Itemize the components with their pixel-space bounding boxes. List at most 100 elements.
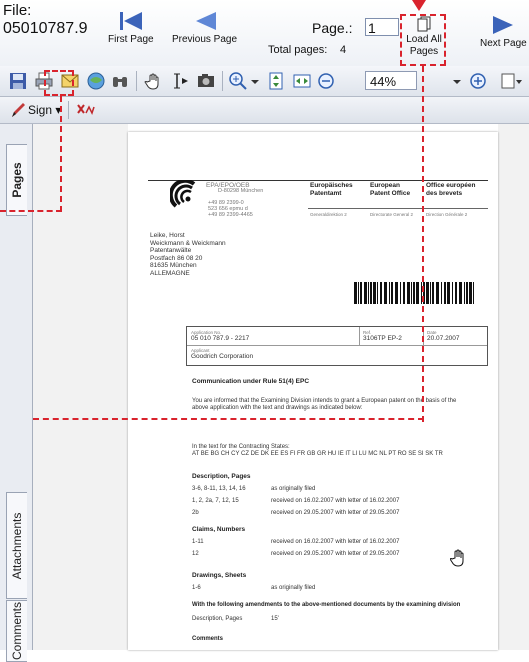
text-select-icon[interactable] <box>170 71 190 91</box>
chevron-down-icon[interactable] <box>452 71 462 91</box>
callout-line-print <box>0 96 62 212</box>
drawings-title: Drawings, Sheets <box>192 572 247 579</box>
desc-row-pages: 3-6, 8-11, 13, 14, 16 <box>192 486 246 492</box>
zoom-in-icon[interactable] <box>228 71 248 91</box>
amend-row-value: 15' <box>271 616 279 622</box>
drawings-row-source: as originally filed <box>271 585 316 591</box>
office-rule <box>308 208 488 209</box>
barcode-bar <box>360 282 362 304</box>
claims-row-numbers: 12 <box>192 551 199 557</box>
barcode-bar <box>441 282 442 304</box>
callout-print <box>44 70 74 96</box>
page-number-input[interactable]: 1 <box>365 18 399 36</box>
barcode-bar <box>447 282 450 304</box>
barcode-bar <box>469 282 472 304</box>
page-layout-icon[interactable] <box>500 71 526 91</box>
office-name-de: Europäisches Patentamt <box>310 182 353 197</box>
toolbar-divider <box>68 101 69 119</box>
date-value: 20.07.2007 <box>427 335 460 342</box>
barcode-bar <box>407 282 410 304</box>
hand-cursor-icon <box>450 549 464 567</box>
amendments-title: With the following amendments to the abo… <box>192 602 461 608</box>
barcode-bar <box>413 282 415 304</box>
desc-row-source: as originally filed <box>271 486 316 492</box>
application-info-box: Application No. 05 010 787.9 - 2217 Appl… <box>186 326 488 366</box>
barcode-bar <box>354 282 357 304</box>
office-sub: Direction Générale 2 <box>426 212 468 217</box>
amend-row-label: Description, Pages <box>192 616 243 622</box>
barcode-bar <box>370 282 372 304</box>
chevron-down-icon[interactable] <box>250 71 260 91</box>
barcode-bar <box>430 282 431 304</box>
communication-title: Communication under Rule 51(4) EPC <box>192 378 310 385</box>
previous-page-label: Previous Page <box>172 34 238 45</box>
comments-title: Comments <box>192 636 224 642</box>
barcode-bar <box>373 282 376 304</box>
barcode-bar <box>436 282 439 304</box>
first-page-icon <box>119 12 142 30</box>
applicant-value: Goodrich Corporation <box>191 353 254 360</box>
app-no-value: 05 010 787.9 - 2217 <box>191 335 250 342</box>
document-page: EPA/EPO/OEB D-80298 München +49 89 2399-… <box>128 132 498 650</box>
previous-page-button[interactable]: Previous Page <box>172 10 237 45</box>
tab-attachments-label: Attachments <box>10 512 24 579</box>
fit-height-icon[interactable] <box>266 71 286 91</box>
callout-arrow-icon <box>412 0 426 11</box>
fit-width-icon[interactable] <box>292 71 312 91</box>
barcode-bar <box>466 282 468 304</box>
hand-tool-icon[interactable] <box>144 71 164 91</box>
office-sub: Directorate General 2 <box>370 212 414 217</box>
barcode-bar <box>459 282 462 304</box>
claims-row-source: received on 29.05.2007 with letter of 29… <box>271 551 400 557</box>
tab-attachments[interactable]: Attachments <box>6 492 27 599</box>
page-label: Page.: <box>312 20 353 36</box>
save-icon[interactable] <box>8 71 28 91</box>
barcode-bar <box>473 282 474 304</box>
header-city: D-80298 München <box>218 188 264 194</box>
file-number: 05010787.9 <box>3 20 88 37</box>
barcode-bar <box>364 282 367 304</box>
address-block: Leike, Horst Weickmann & Weickmann Paten… <box>150 232 226 277</box>
tab-comments-label: Comments <box>10 601 24 661</box>
office-name-en: European Patent Office <box>370 182 411 197</box>
remove-signature-icon[interactable] <box>76 101 96 119</box>
office-sub: Generaldirektion 2 <box>310 212 347 217</box>
barcode-bar <box>389 282 390 304</box>
desc-row-source: received on 16.02.2007 with letter of 16… <box>271 498 400 504</box>
barcode-bar <box>464 282 465 304</box>
callout-line-vertical <box>420 66 424 422</box>
first-page-button[interactable]: First Page <box>108 10 154 45</box>
total-pages-label: Total pages: <box>268 44 328 56</box>
sign-toolbar: Sign ▾ <box>0 97 529 124</box>
barcode-bar <box>400 282 401 304</box>
snapshot-icon[interactable] <box>196 71 216 91</box>
barcode-bar <box>358 282 359 304</box>
barcode-bar <box>444 282 446 304</box>
desc-row-source: received on 29.05.2007 with letter of 29… <box>271 510 400 516</box>
next-page-button[interactable]: Next Page <box>480 14 527 49</box>
web-icon[interactable] <box>86 71 106 91</box>
tab-comments[interactable]: Comments <box>6 600 27 662</box>
barcode-bar <box>403 282 405 304</box>
barcode-bar <box>411 282 412 304</box>
desc-row-pages: 1, 2, 2a, 7, 12, 15 <box>192 498 239 504</box>
desc-row-pages: 2b <box>192 510 199 516</box>
previous-page-icon <box>195 12 216 30</box>
claims-row-numbers: 1-11 <box>192 539 204 545</box>
zoom-level-field[interactable]: 44% <box>365 71 417 90</box>
barcode-bar <box>416 282 419 304</box>
main-toolbar: 44% <box>0 66 529 97</box>
description-title: Description, Pages <box>192 473 251 480</box>
toolbar-divider <box>222 71 223 91</box>
zoom-plus-icon[interactable] <box>468 71 488 91</box>
document-margin <box>498 124 529 650</box>
barcode-bar <box>426 282 429 304</box>
find-icon[interactable] <box>110 71 130 91</box>
ref-value: 3106TP EP-2 <box>363 335 402 342</box>
barcode-bar <box>452 282 453 304</box>
barcode-bar <box>432 282 434 304</box>
zoom-out-icon[interactable] <box>316 71 336 91</box>
callout-line-horizontal <box>33 418 424 422</box>
barcode-image <box>354 282 474 304</box>
drawings-row-sheets: 1-6 <box>192 585 201 591</box>
